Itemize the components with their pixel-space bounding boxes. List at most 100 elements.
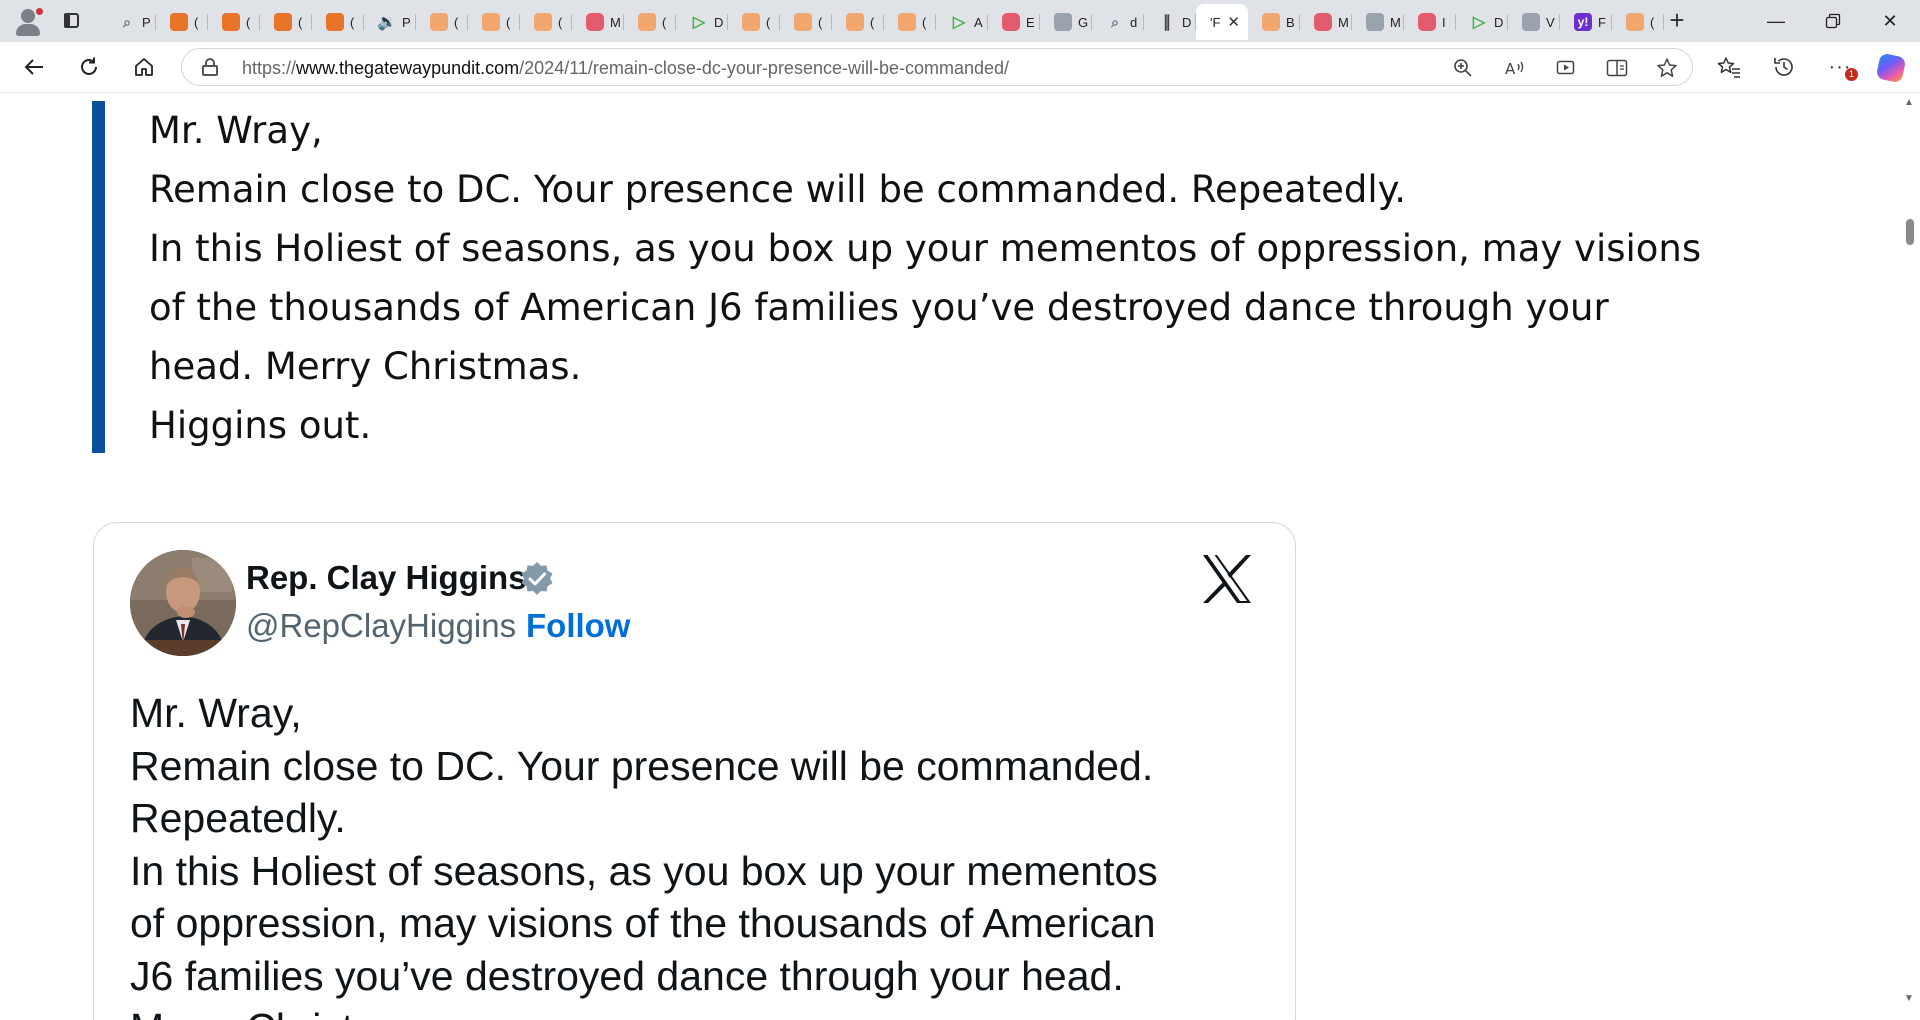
copilot-icon[interactable] — [1875, 52, 1907, 84]
read-aloud-icon[interactable]: A — [1502, 55, 1528, 81]
tab-title: ( — [194, 14, 199, 30]
browser-tab[interactable]: ∥ D — [1144, 4, 1196, 40]
tweet-author-name[interactable]: Rep. Clay Higgins — [246, 559, 527, 597]
new-tab-button[interactable]: + — [1662, 6, 1692, 36]
home-button[interactable] — [127, 50, 161, 84]
tab-title: E — [1026, 14, 1035, 30]
browser-tab[interactable]: M — [1352, 4, 1404, 40]
browser-tab[interactable]: y! F — [1560, 4, 1612, 40]
generic-icon — [1366, 13, 1384, 31]
immersive-reader-icon[interactable] — [1604, 55, 1630, 81]
browser-tab[interactable]: ( — [208, 4, 260, 40]
browser-tab[interactable]: ( — [468, 4, 520, 40]
media-control-icon[interactable] — [1554, 55, 1580, 81]
quote-line: head. Merry Christmas. — [149, 345, 582, 388]
restore-button[interactable] — [1806, 0, 1860, 42]
tab-title: d — [1130, 14, 1138, 30]
verified-badge-icon — [521, 561, 553, 595]
zoom-icon[interactable] — [1450, 55, 1476, 81]
speaker-icon: 🔉 — [377, 14, 397, 31]
url-text[interactable]: https://www.thegatewaypundit.com/2024/11… — [242, 58, 1009, 79]
embedded-tweet[interactable]: Rep. Clay Higgins @RepClayHiggins · Foll… — [93, 522, 1296, 1020]
bookmark-icon — [898, 13, 916, 31]
browser-tab[interactable]: E — [988, 4, 1040, 40]
tab-title: ( — [350, 14, 355, 30]
play-icon: ▷ — [692, 14, 706, 31]
close-window-button[interactable]: ✕ — [1863, 0, 1917, 42]
scroll-down-arrow-icon[interactable]: ▼ — [1898, 993, 1920, 1013]
browser-tab[interactable]: ( — [520, 4, 572, 40]
settings-more-button[interactable]: ··· 1 — [1824, 51, 1858, 83]
tab-title: V — [1546, 14, 1555, 30]
youtube-icon — [1418, 13, 1436, 31]
browser-tab[interactable]: ( — [884, 4, 936, 40]
quote-line: Remain close to DC. Your presence will b… — [149, 168, 1407, 211]
quote-line: Higgins out. — [149, 404, 372, 447]
browser-tab[interactable]: I — [1404, 4, 1456, 40]
browser-tab[interactable]: B — [1248, 4, 1300, 40]
refresh-button[interactable] — [72, 50, 106, 84]
tab-title: I — [1442, 14, 1446, 30]
tab-title: F — [1598, 14, 1606, 30]
bookmark-icon — [794, 13, 812, 31]
browser-tab[interactable]: ( — [260, 4, 312, 40]
back-arrow-icon — [24, 59, 43, 75]
browser-tab[interactable]: ⌕ d — [1092, 4, 1144, 40]
restore-icon — [1825, 13, 1841, 29]
browser-tab[interactable]: ( — [728, 4, 780, 40]
tweet-handle[interactable]: @RepClayHiggins · — [246, 607, 536, 645]
tweet-line: Mr. Wray, — [130, 690, 302, 736]
svg-text:A: A — [1505, 60, 1516, 78]
youtube-icon — [1002, 13, 1020, 31]
scroll-up-arrow-icon[interactable]: ▲ — [1898, 97, 1920, 117]
tab-title: ( — [818, 14, 823, 30]
browser-tab[interactable]: ( — [312, 4, 364, 40]
bookmark-icon — [1262, 13, 1280, 31]
favorites-icon[interactable] — [1713, 51, 1745, 83]
bookmark-icon — [846, 13, 864, 31]
tab-list: ⌕ P((((🔉 P(((M(▷ D((((▷ A E G ⌕ d ∥ D 'F ✕ B M M I ▷ D Vy! F… — [104, 4, 1664, 40]
close-tab-icon[interactable]: ✕ — [1227, 13, 1240, 31]
browser-tab[interactable]: M — [1300, 4, 1352, 40]
follow-link[interactable]: Follow — [526, 607, 630, 645]
browser-tab[interactable]: ( — [1612, 4, 1664, 40]
browser-tab[interactable]: ▷ D — [1456, 4, 1508, 40]
vertical-scrollbar[interactable]: ▲ ▼ — [1898, 93, 1920, 1020]
browser-tab[interactable]: ▷ D — [676, 4, 728, 40]
browser-tab[interactable]: ▷ A — [936, 4, 988, 40]
x-logo-icon[interactable] — [1199, 551, 1255, 607]
browser-tab[interactable]: ( — [156, 4, 208, 40]
profile-avatar-icon[interactable] — [12, 6, 44, 38]
tab-title: ( — [766, 14, 771, 30]
history-icon[interactable] — [1768, 51, 1800, 83]
blockquote: Mr. Wray, Remain close to DC. Your prese… — [92, 101, 1792, 453]
browser-tab[interactable]: ( — [832, 4, 884, 40]
address-bar[interactable]: https://www.thegatewaypundit.com/2024/11… — [181, 48, 1693, 86]
favorite-star-icon[interactable] — [1654, 55, 1680, 81]
tab-title: 'F — [1210, 14, 1221, 30]
avatar[interactable] — [130, 550, 236, 656]
quote-bar — [92, 101, 105, 453]
browser-tab[interactable]: ⌕ P — [104, 4, 156, 40]
browser-tab[interactable]: V — [1508, 4, 1560, 40]
browser-tab[interactable]: ( — [416, 4, 468, 40]
bookmark-icon — [430, 13, 448, 31]
browser-tab[interactable]: ( — [780, 4, 832, 40]
browser-tab[interactable]: ( — [624, 4, 676, 40]
scrollbar-thumb[interactable] — [1906, 219, 1914, 245]
bookmark-icon — [638, 13, 656, 31]
bookmark-icon — [1626, 13, 1644, 31]
minimize-button[interactable]: — — [1749, 0, 1803, 42]
tab-actions-icon[interactable] — [60, 9, 84, 33]
browser-tab[interactable]: M — [572, 4, 624, 40]
tweet-line: Remain close to DC. Your presence will b… — [130, 743, 1154, 789]
tab-title: ( — [558, 14, 563, 30]
browser-tab[interactable]: 🔉 P — [364, 4, 416, 40]
tab-title: ( — [298, 14, 303, 30]
browser-tab[interactable]: 'F ✕ — [1196, 4, 1248, 40]
browser-tab[interactable]: G — [1040, 4, 1092, 40]
notification-dot — [36, 8, 43, 15]
back-button[interactable] — [17, 50, 51, 84]
bookmark-icon — [222, 13, 240, 31]
site-info-lock-icon[interactable] — [202, 58, 218, 76]
